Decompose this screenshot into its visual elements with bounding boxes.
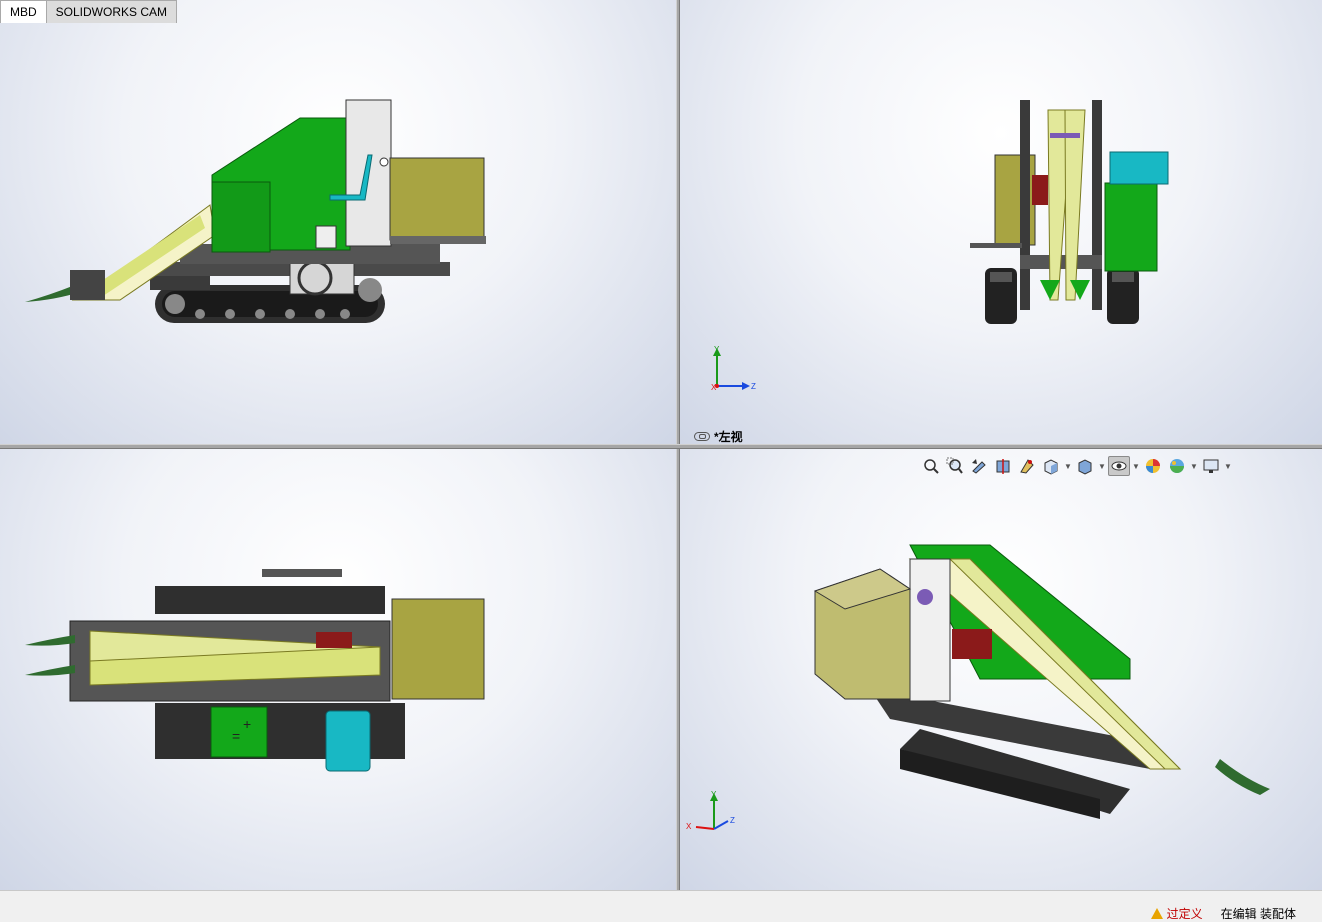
svg-text:+: + xyxy=(243,716,251,732)
tab-mbd[interactable]: MBD xyxy=(0,0,47,23)
link-views-icon[interactable] xyxy=(694,432,710,441)
view-name-text: *左视 xyxy=(714,430,743,444)
hide-show-items-icon[interactable] xyxy=(1108,456,1130,476)
warning-text: 过定义 xyxy=(1166,907,1203,921)
view-orientation-icon[interactable] xyxy=(1040,456,1062,476)
tab-solidworks-cam[interactable]: SOLIDWORKS CAM xyxy=(45,0,178,23)
viewport-front[interactable] xyxy=(0,0,676,444)
viewport-left[interactable]: Y X Z *左视 xyxy=(680,0,1322,444)
isometric-view-model xyxy=(813,544,1270,819)
viewport-top[interactable]: = + xyxy=(0,449,676,890)
edit-appearance-icon[interactable] xyxy=(1142,456,1164,476)
warning-icon xyxy=(1150,908,1163,919)
belt-right xyxy=(1064,109,1086,301)
top-view-model: = + xyxy=(25,569,485,772)
apply-scene-icon[interactable] xyxy=(1166,456,1188,476)
view-settings-icon[interactable] xyxy=(1200,456,1222,476)
viewport-splitter-horizontal[interactable] xyxy=(0,444,1322,449)
tab-strip: MBD SOLIDWORKS CAM xyxy=(0,0,178,24)
collection-box xyxy=(389,157,485,241)
seat-back xyxy=(1109,151,1169,185)
display-style-dropdown[interactable]: ▼ xyxy=(1098,456,1106,476)
iso-triad-z-label: Z xyxy=(730,816,735,825)
top-seat xyxy=(325,710,371,772)
top-collection-box xyxy=(391,598,485,700)
coordinate-triad-isometric: Y X Z xyxy=(686,790,735,831)
view-orientation-dropdown[interactable]: ▼ xyxy=(1064,456,1072,476)
previous-view-icon[interactable] xyxy=(968,456,990,476)
dynamic-annotation-views-icon[interactable] xyxy=(1016,456,1038,476)
zoom-to-fit-icon[interactable] xyxy=(920,456,942,476)
triad-z-label: Z xyxy=(751,382,756,391)
display-style-icon[interactable] xyxy=(1074,456,1096,476)
apply-scene-dropdown[interactable]: ▼ xyxy=(1190,456,1198,476)
coordinate-triad-left-view: Y X Z xyxy=(711,345,756,392)
svg-text:=: = xyxy=(232,728,240,744)
triad-y-label: Y xyxy=(714,345,720,354)
iso-triad-x-label: X xyxy=(686,822,692,831)
heads-up-view-toolbar: ▼ ▼ ▼ ▼ ▼ xyxy=(920,455,1232,477)
front-view-model xyxy=(25,99,486,323)
overdefined-warning[interactable]: 过定义 xyxy=(1150,905,1203,922)
hide-show-items-dropdown[interactable]: ▼ xyxy=(1132,456,1140,476)
editing-mode-text: 在编辑 装配体 xyxy=(1220,907,1296,921)
status-bar: 过定义 在编辑 装配体 xyxy=(0,890,1322,922)
view-settings-dropdown[interactable]: ▼ xyxy=(1224,456,1232,476)
viewport-isometric[interactable]: ▼ ▼ ▼ ▼ ▼ Y X Z xyxy=(680,449,1322,890)
section-view-icon[interactable] xyxy=(992,456,1014,476)
triad-x-label: X xyxy=(711,383,717,392)
view-orientation-label: *左视 xyxy=(694,428,743,444)
zoom-to-area-icon[interactable] xyxy=(944,456,966,476)
iso-white-panel xyxy=(909,558,951,702)
left-view-model xyxy=(970,100,1169,324)
upper-track xyxy=(155,586,385,614)
iso-triad-y-label: Y xyxy=(711,790,717,799)
